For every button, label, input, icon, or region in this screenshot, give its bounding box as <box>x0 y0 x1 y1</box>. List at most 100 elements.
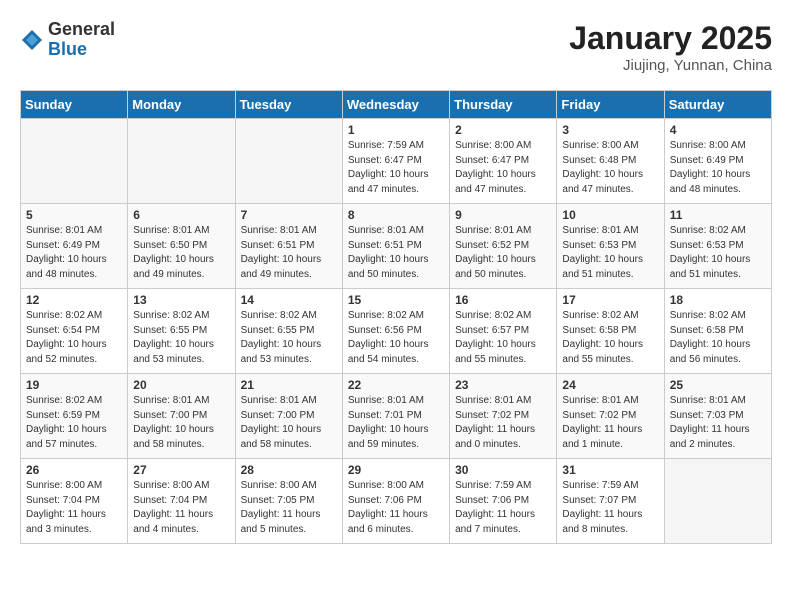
week-row-0: 1 Sunrise: 7:59 AM Sunset: 6:47 PM Daylig… <box>21 119 772 204</box>
calendar-table: SundayMondayTuesdayWednesdayThursdayFrid… <box>20 90 772 544</box>
cal-cell: 17Sunrise: 8:02 AM Sunset: 6:58 PM Dayli… <box>557 289 664 374</box>
day-number: 21 <box>241 378 337 392</box>
day-info: Sunrise: 8:01 AM Sunset: 7:02 PM Dayligh… <box>455 394 551 452</box>
day-info: Sunrise: 8:02 AM Sunset: 6:54 PM Dayligh… <box>26 309 122 367</box>
day-number: 9 <box>455 208 551 222</box>
day-info: Sunrise: 8:02 AM Sunset: 6:57 PM Dayligh… <box>455 309 551 367</box>
day-number: 29 <box>348 463 444 477</box>
week-row-3: 19 Sunrise: 8:02 AM Sunset: 6:59 PM Dayli… <box>21 374 772 459</box>
day-info: Sunrise: 7:59 AM Sunset: 7:06 PM Dayligh… <box>455 479 551 537</box>
cal-cell: 19 Sunrise: 8:02 AM Sunset: 6:59 PM Dayli… <box>21 374 128 459</box>
day-info: Sunrise: 8:02 AM Sunset: 6:58 PM Dayligh… <box>670 309 766 367</box>
day-number: 20 <box>133 378 229 392</box>
day-number: 6 <box>133 208 229 222</box>
day-number: 26 <box>26 463 122 477</box>
cal-cell: 3 Sunrise: 8:00 AM Sunset: 6:48 PM Daylig… <box>557 119 664 204</box>
day-number: 19 <box>26 378 122 392</box>
day-number: 7 <box>241 208 337 222</box>
day-number: 15 <box>348 293 444 307</box>
cal-cell: 14 Sunrise: 8:02 AM Sunset: 6:55 PM Dayli… <box>235 289 342 374</box>
cal-cell: 21 Sunrise: 8:01 AM Sunset: 7:00 PM Dayli… <box>235 374 342 459</box>
cal-cell: 11 Sunrise: 8:02 AM Sunset: 6:53 PM Dayli… <box>664 204 771 289</box>
day-info: Sunrise: 8:00 AM Sunset: 7:04 PM Dayligh… <box>26 479 122 537</box>
cal-cell: 12 Sunrise: 8:02 AM Sunset: 6:54 PM Dayli… <box>21 289 128 374</box>
day-info: Sunrise: 8:02 AM Sunset: 6:59 PM Dayligh… <box>26 394 122 452</box>
day-info: Sunrise: 8:00 AM Sunset: 7:05 PM Dayligh… <box>241 479 337 537</box>
cal-cell: 20 Sunrise: 8:01 AM Sunset: 7:00 PM Dayli… <box>128 374 235 459</box>
cal-cell: 16Sunrise: 8:02 AM Sunset: 6:57 PM Dayli… <box>450 289 557 374</box>
day-number: 23 <box>455 378 551 392</box>
day-info: Sunrise: 8:01 AM Sunset: 6:53 PM Dayligh… <box>562 224 658 282</box>
cal-cell <box>128 119 235 204</box>
day-number: 17 <box>562 293 658 307</box>
day-info: Sunrise: 8:00 AM Sunset: 7:04 PM Dayligh… <box>133 479 229 537</box>
day-number: 1 <box>348 123 444 137</box>
weekday-header-sunday: Sunday <box>21 91 128 119</box>
cal-cell: 2 Sunrise: 8:00 AM Sunset: 6:47 PM Daylig… <box>450 119 557 204</box>
cal-cell: 23 Sunrise: 8:01 AM Sunset: 7:02 PM Dayli… <box>450 374 557 459</box>
day-info: Sunrise: 8:01 AM Sunset: 6:49 PM Dayligh… <box>26 224 122 282</box>
day-info: Sunrise: 8:01 AM Sunset: 6:52 PM Dayligh… <box>455 224 551 282</box>
day-info: Sunrise: 8:01 AM Sunset: 6:51 PM Dayligh… <box>241 224 337 282</box>
day-info: Sunrise: 8:02 AM Sunset: 6:55 PM Dayligh… <box>241 309 337 367</box>
page-header: General Blue January 2025 Jiujing, Yunna… <box>20 20 772 74</box>
day-info: Sunrise: 8:02 AM Sunset: 6:56 PM Dayligh… <box>348 309 444 367</box>
cal-cell: 24 Sunrise: 8:01 AM Sunset: 7:02 PM Dayli… <box>557 374 664 459</box>
logo-text-blue: Blue <box>48 39 87 59</box>
day-info: Sunrise: 8:00 AM Sunset: 6:49 PM Dayligh… <box>670 139 766 197</box>
calendar-title: January 2025 <box>569 20 772 57</box>
title-section: January 2025 Jiujing, Yunnan, China <box>569 20 772 74</box>
week-row-2: 12 Sunrise: 8:02 AM Sunset: 6:54 PM Dayli… <box>21 289 772 374</box>
day-info: Sunrise: 8:02 AM Sunset: 6:53 PM Dayligh… <box>670 224 766 282</box>
logo-text-general: General <box>48 19 115 39</box>
cal-cell: 9 Sunrise: 8:01 AM Sunset: 6:52 PM Daylig… <box>450 204 557 289</box>
day-info: Sunrise: 8:00 AM Sunset: 7:06 PM Dayligh… <box>348 479 444 537</box>
cal-cell: 10 Sunrise: 8:01 AM Sunset: 6:53 PM Dayli… <box>557 204 664 289</box>
day-number: 8 <box>348 208 444 222</box>
calendar-subtitle: Jiujing, Yunnan, China <box>569 57 772 74</box>
cal-cell: 8 Sunrise: 8:01 AM Sunset: 6:51 PM Daylig… <box>342 204 449 289</box>
cal-cell: 26 Sunrise: 8:00 AM Sunset: 7:04 PM Dayli… <box>21 459 128 544</box>
day-number: 10 <box>562 208 658 222</box>
cal-cell: 7 Sunrise: 8:01 AM Sunset: 6:51 PM Daylig… <box>235 204 342 289</box>
day-number: 13 <box>133 293 229 307</box>
day-info: Sunrise: 8:00 AM Sunset: 6:48 PM Dayligh… <box>562 139 658 197</box>
day-info: Sunrise: 8:01 AM Sunset: 7:03 PM Dayligh… <box>670 394 766 452</box>
day-info: Sunrise: 7:59 AM Sunset: 6:47 PM Dayligh… <box>348 139 444 197</box>
cal-cell: 6 Sunrise: 8:01 AM Sunset: 6:50 PM Daylig… <box>128 204 235 289</box>
day-info: Sunrise: 8:01 AM Sunset: 7:02 PM Dayligh… <box>562 394 658 452</box>
day-number: 2 <box>455 123 551 137</box>
day-number: 28 <box>241 463 337 477</box>
cal-cell: 30 Sunrise: 7:59 AM Sunset: 7:06 PM Dayli… <box>450 459 557 544</box>
cal-cell: 18 Sunrise: 8:02 AM Sunset: 6:58 PM Dayli… <box>664 289 771 374</box>
day-number: 18 <box>670 293 766 307</box>
day-info: Sunrise: 8:01 AM Sunset: 7:00 PM Dayligh… <box>133 394 229 452</box>
day-number: 14 <box>241 293 337 307</box>
cal-cell: 15 Sunrise: 8:02 AM Sunset: 6:56 PM Dayli… <box>342 289 449 374</box>
week-row-4: 26 Sunrise: 8:00 AM Sunset: 7:04 PM Dayli… <box>21 459 772 544</box>
cal-cell: 13Sunrise: 8:02 AM Sunset: 6:55 PM Dayli… <box>128 289 235 374</box>
day-info: Sunrise: 8:00 AM Sunset: 6:47 PM Dayligh… <box>455 139 551 197</box>
weekday-header-wednesday: Wednesday <box>342 91 449 119</box>
day-number: 11 <box>670 208 766 222</box>
day-number: 31 <box>562 463 658 477</box>
day-number: 3 <box>562 123 658 137</box>
day-number: 30 <box>455 463 551 477</box>
day-number: 4 <box>670 123 766 137</box>
week-row-1: 5 Sunrise: 8:01 AM Sunset: 6:49 PM Daylig… <box>21 204 772 289</box>
day-info: Sunrise: 8:01 AM Sunset: 6:51 PM Dayligh… <box>348 224 444 282</box>
cal-cell <box>21 119 128 204</box>
day-number: 5 <box>26 208 122 222</box>
cal-cell <box>664 459 771 544</box>
weekday-header-thursday: Thursday <box>450 91 557 119</box>
cal-cell: 27Sunrise: 8:00 AM Sunset: 7:04 PM Dayli… <box>128 459 235 544</box>
logo: General Blue <box>20 20 115 60</box>
day-info: Sunrise: 8:01 AM Sunset: 7:01 PM Dayligh… <box>348 394 444 452</box>
weekday-header-monday: Monday <box>128 91 235 119</box>
day-info: Sunrise: 8:01 AM Sunset: 6:50 PM Dayligh… <box>133 224 229 282</box>
weekday-header-saturday: Saturday <box>664 91 771 119</box>
day-info: Sunrise: 8:01 AM Sunset: 7:00 PM Dayligh… <box>241 394 337 452</box>
cal-cell: 31Sunrise: 7:59 AM Sunset: 7:07 PM Dayli… <box>557 459 664 544</box>
day-number: 24 <box>562 378 658 392</box>
day-number: 12 <box>26 293 122 307</box>
